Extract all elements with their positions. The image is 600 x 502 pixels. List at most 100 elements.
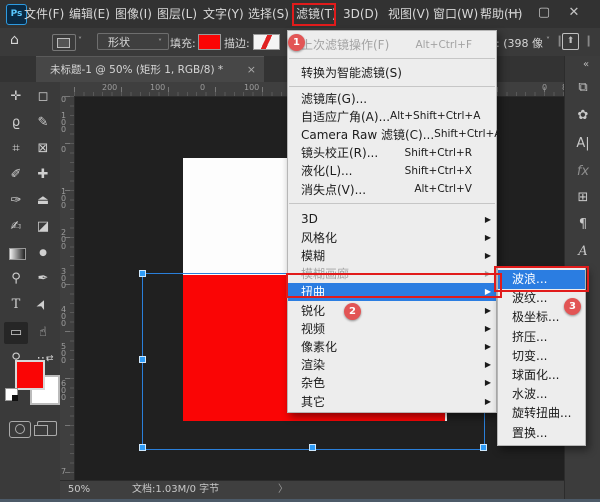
submenu-item-spherize[interactable]: 球面化... (498, 366, 585, 385)
menu-select[interactable]: 选择(S) (248, 0, 289, 28)
submenu-item-pinch[interactable]: 挤压... (498, 328, 585, 347)
menu-view[interactable]: 视图(V) (388, 0, 430, 28)
menu-item-filter-gallery[interactable]: 滤镜库(G)... (288, 89, 496, 107)
frame-tool[interactable]: ⊠ (31, 138, 55, 160)
menu-item-video[interactable]: 视频 ▶ (288, 319, 496, 337)
share-icon[interactable]: ⬆ (562, 33, 579, 50)
menu-item-vanishing-point[interactable]: 消失点(V)... Alt+Ctrl+V (288, 180, 496, 198)
menu-type[interactable]: 文字(Y) (203, 0, 244, 28)
menu-item-stylize[interactable]: 风格化 ▶ (288, 228, 496, 246)
home-icon[interactable]: ⌂ (10, 32, 19, 48)
menu-item-sharpen[interactable]: 锐化 ▶ (288, 301, 496, 319)
eraser-tool[interactable]: ◪ (31, 216, 55, 238)
submenu-arrow-icon: ▶ (485, 324, 491, 333)
menu-item-pixelate[interactable]: 像素化 ▶ (288, 337, 496, 355)
swatches-panel-icon[interactable]: ✿ (565, 108, 600, 123)
hand-tool[interactable]: ☝ (31, 322, 55, 344)
menu-item-camera-raw[interactable]: Camera Raw 滤镜(C)... Shift+Ctrl+A (288, 125, 496, 143)
clone-source-panel-icon[interactable]: ⧉ (565, 80, 600, 95)
foreground-color-swatch[interactable] (15, 360, 45, 390)
menu-separator (289, 58, 495, 59)
stroke-color-swatch[interactable] (253, 34, 280, 50)
submenu-arrow-icon: ▶ (485, 306, 491, 315)
transform-handle-top-left[interactable] (139, 270, 146, 277)
character-panel-icon[interactable]: A| (565, 136, 600, 151)
dodge-tool[interactable]: ⚲ (4, 268, 28, 290)
tool-caret-icon[interactable]: ˅ (78, 36, 82, 45)
rectangle-tool[interactable]: ▭ (4, 322, 28, 344)
current-tool-icon[interactable] (52, 34, 76, 51)
marquee-tool[interactable]: ◻ (31, 86, 55, 108)
transform-handle-bottom-right[interactable] (480, 444, 487, 451)
lasso-tool[interactable]: ϱ (4, 112, 28, 134)
ruler-label: 200 (61, 229, 69, 250)
history-brush-tool[interactable]: ✍ (4, 216, 28, 238)
brush-tool[interactable]: ✑ (4, 190, 28, 212)
quick-mask-icon[interactable] (9, 421, 31, 438)
pen-tool[interactable]: ✒ (31, 268, 55, 290)
expand-panels-icon[interactable]: « (583, 59, 589, 70)
menu-item-render[interactable]: 渲染 ▶ (288, 356, 496, 374)
submenu-item-twirl[interactable]: 旋转扭曲... (498, 404, 585, 423)
menu-edit[interactable]: 编辑(E) (69, 0, 110, 28)
step-3-badge: 3 (564, 298, 581, 315)
status-expand-icon[interactable]: 〉 (278, 481, 288, 499)
submenu-arrow-icon: ▶ (485, 342, 491, 351)
menu-item-liquify[interactable]: 液化(L)... Shift+Ctrl+X (288, 162, 496, 180)
paragraph-panel-icon[interactable]: ¶ (565, 217, 600, 232)
select-caret-icon: ˅ (158, 34, 162, 51)
gradient-tool[interactable] (4, 242, 28, 264)
quick-selection-tool[interactable]: ✎ (31, 112, 55, 134)
vertical-ruler: 0 100 0 100 200 300 400 500 600 7 (60, 96, 75, 480)
document-info: 文档:1.03M/0 字节 (132, 481, 219, 499)
menu-item-smart-filters[interactable]: 转换为智能滤镜(S) (288, 61, 496, 84)
size-caret-icon[interactable]: ˅ (546, 36, 550, 45)
menu-item-last-filter[interactable]: 上次滤镜操作(F) Alt+Ctrl+F (288, 33, 496, 56)
menu-item-adaptive-wide-angle[interactable]: 自适应广角(A)... Alt+Shift+Ctrl+A (288, 107, 496, 125)
submenu-item-zigzag[interactable]: 水波... (498, 385, 585, 404)
photoshop-window: Ps 文件(F) 编辑(E) 图像(I) 图层(L) 文字(Y) 选择(S) 滤… (0, 0, 600, 502)
type-tool[interactable]: T (4, 294, 28, 316)
fill-color-swatch[interactable] (198, 34, 221, 50)
stroke-label: 描边: (224, 35, 250, 51)
eyedropper-tool[interactable]: ✐ (4, 164, 28, 186)
menu-layer[interactable]: 图层(L) (157, 0, 197, 28)
healing-brush-tool[interactable]: ✚ (31, 164, 55, 186)
menu-item-lens-correction[interactable]: 镜头校正(R)... Shift+Ctrl+R (288, 144, 496, 162)
glyphs-panel-icon[interactable]: A (565, 244, 600, 259)
shape-mode-select[interactable]: 形状 ˅ (97, 33, 169, 50)
close-button[interactable]: ✕ (563, 0, 585, 28)
transform-handle-bottom-left[interactable] (139, 444, 146, 451)
libraries-panel-icon[interactable]: ⊞ (565, 190, 600, 205)
menu-3d[interactable]: 3D(D) (343, 0, 378, 28)
submenu-item-displace[interactable]: 置换... (498, 424, 585, 443)
ruler-label: 300 (61, 268, 69, 289)
ruler-label: 200 (102, 83, 117, 92)
maximize-button[interactable]: ▢ (533, 0, 555, 28)
screen-mode-icon[interactable] (37, 421, 57, 436)
menu-file[interactable]: 文件(F) (24, 0, 64, 28)
crop-tool[interactable]: ⌗ (4, 138, 28, 160)
menu-image[interactable]: 图像(I) (115, 0, 152, 28)
clone-stamp-tool[interactable]: ⏏ (31, 190, 55, 212)
menu-window[interactable]: 窗口(W) (433, 0, 478, 28)
move-tool[interactable]: ✛ (4, 86, 28, 108)
menu-item-other[interactable]: 其它 ▶ (288, 392, 496, 410)
swap-colors-icon[interactable]: ⇄ (46, 354, 54, 364)
document-tab[interactable]: 未标题-1 @ 50% (矩形 1, RGB/8) * × (36, 56, 264, 82)
transform-handle-bottom-center[interactable] (309, 444, 316, 451)
blur-tool[interactable]: ● (31, 242, 55, 264)
styles-panel-icon[interactable]: fx (565, 164, 600, 179)
ruler-label: 400 (61, 306, 69, 327)
menu-item-3d[interactable]: 3D ▶ (288, 210, 496, 228)
minimize-button[interactable]: — (503, 0, 525, 28)
path-selection-tool[interactable]: ➤ (28, 289, 58, 320)
tab-close-icon[interactable]: × (247, 57, 256, 83)
submenu-arrow-icon: ▶ (485, 215, 491, 224)
menu-item-noise[interactable]: 杂色 ▶ (288, 374, 496, 392)
transform-handle-mid-left[interactable] (139, 356, 146, 363)
menu-item-blur[interactable]: 模糊 ▶ (288, 247, 496, 265)
submenu-item-shear[interactable]: 切变... (498, 347, 585, 366)
zoom-level-field[interactable]: 50% (62, 481, 96, 499)
default-colors-icon[interactable] (5, 388, 18, 401)
